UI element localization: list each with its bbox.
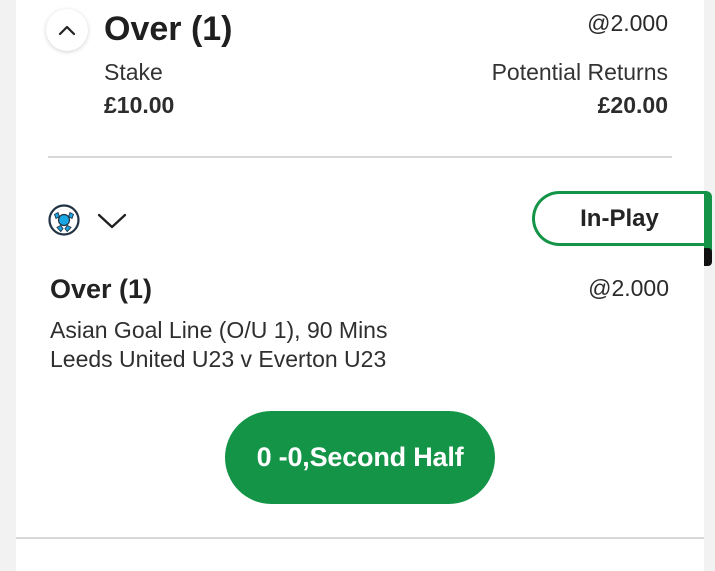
scroll-handle[interactable] bbox=[704, 248, 712, 266]
match-name: Leeds United U23 v Everton U23 bbox=[50, 346, 387, 372]
bet-selection: Over (1) bbox=[50, 274, 153, 304]
in-play-label: In-Play bbox=[580, 204, 659, 232]
potential-returns-label: Potential Returns bbox=[491, 59, 668, 85]
score-status: 0 -0,Second Half bbox=[256, 442, 464, 472]
potential-returns-value: £20.00 bbox=[597, 92, 668, 118]
summary-odds: @2.000 bbox=[587, 10, 668, 36]
chevron-down-icon bbox=[97, 213, 127, 229]
market-name: Asian Goal Line (O/U 1), 90 Mins bbox=[50, 317, 388, 343]
score-status-badge: 0 -0,Second Half bbox=[225, 411, 495, 504]
soccer-ball-icon bbox=[48, 204, 80, 236]
summary-selection: Over (1) bbox=[104, 10, 233, 48]
chevron-up-icon bbox=[58, 25, 76, 36]
bet-odds: @2.000 bbox=[588, 275, 669, 301]
stake-label: Stake bbox=[104, 59, 163, 85]
stake-value: £10.00 bbox=[104, 92, 175, 118]
in-play-badge[interactable]: In-Play bbox=[532, 191, 704, 246]
section-divider bbox=[48, 156, 672, 158]
collapse-button[interactable] bbox=[46, 9, 88, 51]
expand-details-button[interactable] bbox=[96, 209, 128, 233]
bottom-divider bbox=[16, 537, 704, 539]
